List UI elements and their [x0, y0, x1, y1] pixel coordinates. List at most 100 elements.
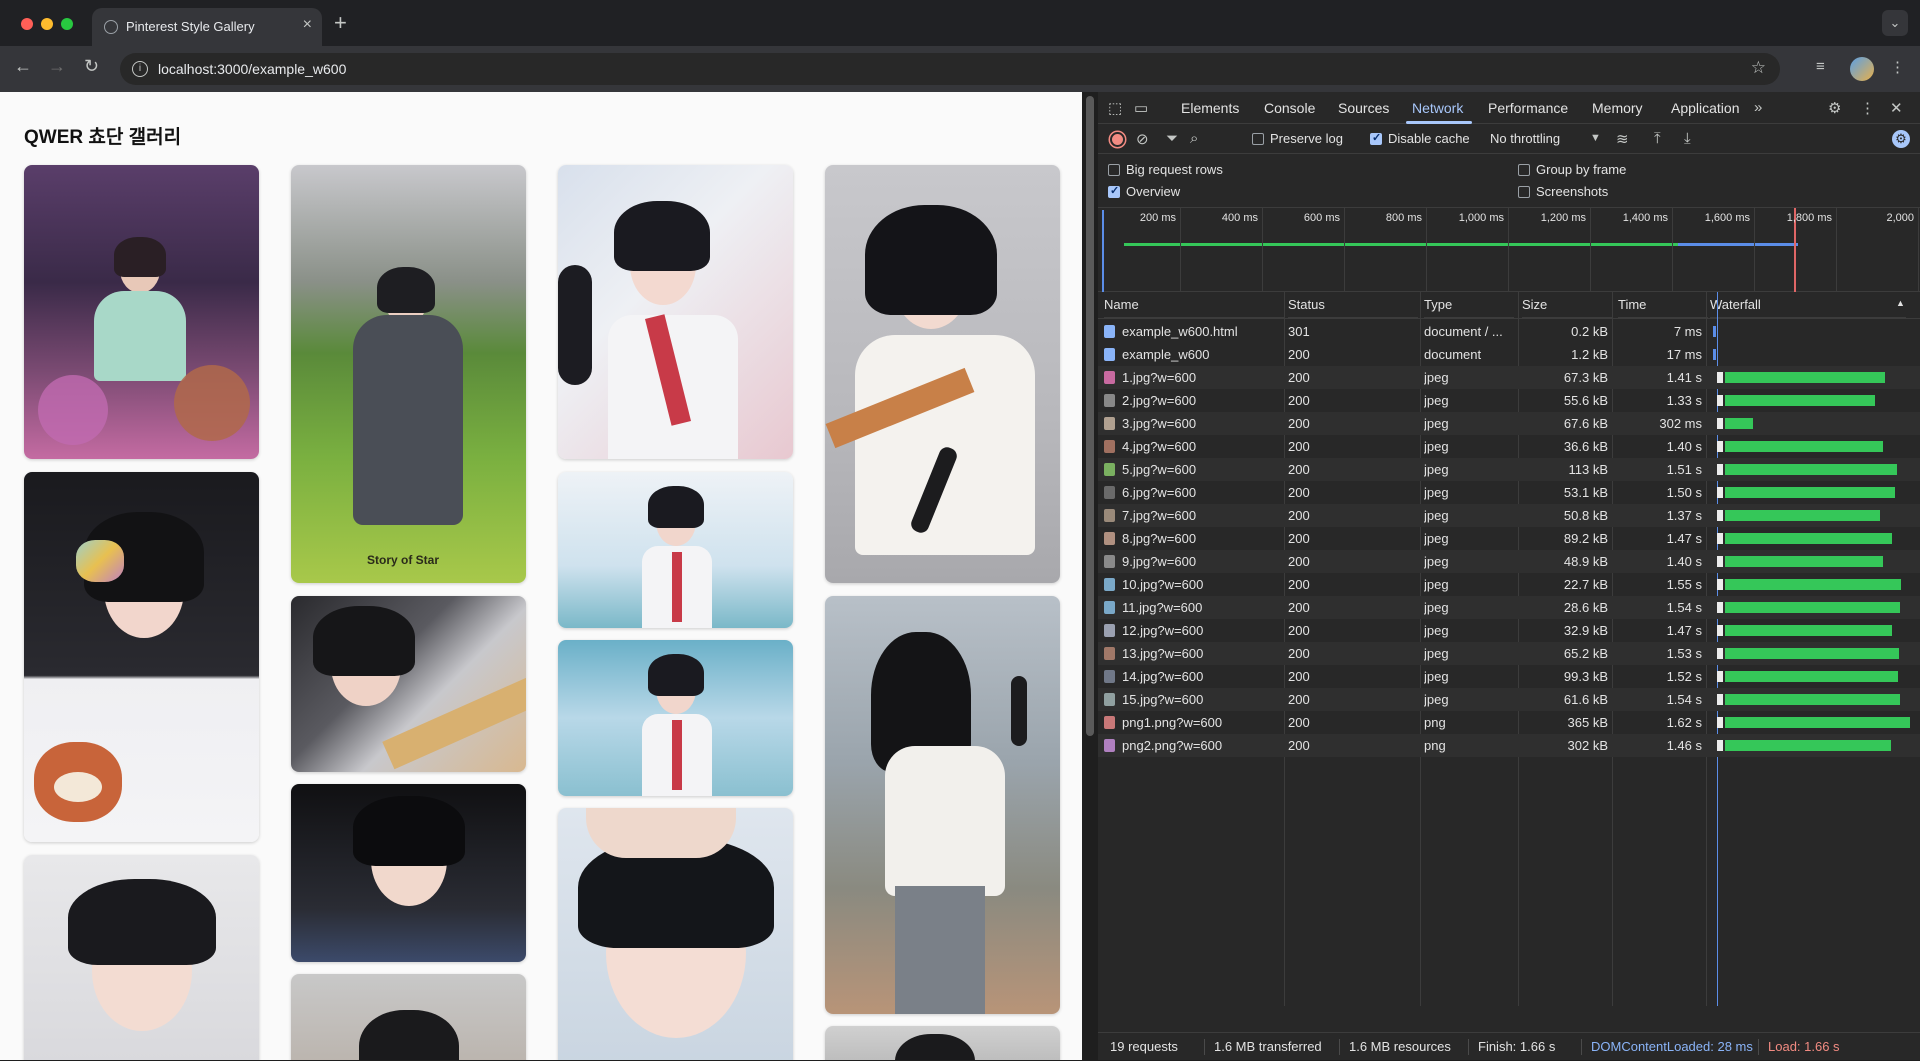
big-request-rows-checkbox[interactable]: [1108, 164, 1120, 176]
request-type: jpeg: [1424, 692, 1449, 707]
request-row[interactable]: 8.jpg?w=600 200 jpeg 89.2 kB 1.47 s: [1098, 527, 1920, 550]
url-text[interactable]: localhost:3000/example_w600: [158, 61, 346, 77]
gallery-image[interactable]: [24, 472, 259, 842]
request-status: 200: [1288, 416, 1310, 431]
request-row[interactable]: png2.png?w=600 200 png 302 kB 1.46 s: [1098, 734, 1920, 757]
overview-checkbox[interactable]: [1108, 184, 1120, 198]
tab-search-icon[interactable]: ⌄: [1882, 10, 1908, 36]
record-stop-button[interactable]: [1110, 132, 1125, 147]
gallery-image[interactable]: [24, 855, 259, 1060]
close-window-button[interactable]: [21, 18, 33, 30]
profile-avatar[interactable]: [1850, 57, 1874, 81]
tab-elements[interactable]: Elements: [1181, 100, 1239, 116]
gallery-image[interactable]: [24, 165, 259, 459]
request-row[interactable]: 7.jpg?w=600 200 jpeg 50.8 kB 1.37 s: [1098, 504, 1920, 527]
big-request-rows-label: Big request rows: [1126, 162, 1223, 177]
back-icon[interactable]: ←: [14, 56, 32, 77]
throttling-select[interactable]: No throttling: [1490, 131, 1560, 146]
column-header-waterfall[interactable]: Waterfall: [1710, 292, 1906, 318]
tab-application[interactable]: Application: [1671, 100, 1740, 116]
request-row[interactable]: 4.jpg?w=600 200 jpeg 36.6 kB 1.40 s: [1098, 435, 1920, 458]
site-info-icon[interactable]: i: [132, 61, 148, 77]
request-name: 8.jpg?w=600: [1122, 531, 1197, 546]
devtools-menu-icon[interactable]: ⋮: [1860, 99, 1875, 117]
gallery-image[interactable]: [558, 472, 793, 628]
column-header-size[interactable]: Size: [1522, 292, 1612, 318]
disable-cache-checkbox[interactable]: [1370, 131, 1382, 145]
import-har-icon[interactable]: ⤒: [1654, 130, 1661, 147]
tab-console[interactable]: Console: [1264, 100, 1315, 116]
gallery-image[interactable]: [291, 784, 526, 962]
column-header-name[interactable]: Name: [1104, 292, 1284, 318]
filter-icon[interactable]: ⏷: [1166, 130, 1178, 147]
request-row[interactable]: example_w600 200 document 1.2 kB 17 ms: [1098, 343, 1920, 366]
request-row[interactable]: 5.jpg?w=600 200 jpeg 113 kB 1.51 s: [1098, 458, 1920, 481]
device-toolbar-icon[interactable]: ▭: [1134, 99, 1148, 117]
page-scrollbar-thumb[interactable]: [1086, 96, 1094, 736]
browser-tab[interactable]: Pinterest Style Gallery ×: [92, 8, 322, 46]
request-row[interactable]: 11.jpg?w=600 200 jpeg 28.6 kB 1.54 s: [1098, 596, 1920, 619]
screenshots-checkbox[interactable]: [1518, 186, 1530, 198]
browser-menu-icon[interactable]: ⋮: [1890, 58, 1905, 76]
column-header-time[interactable]: Time: [1618, 292, 1708, 318]
settings-gear-icon[interactable]: ⚙: [1828, 99, 1841, 117]
preserve-log-checkbox[interactable]: [1252, 133, 1264, 145]
clear-icon[interactable]: ⊘: [1136, 130, 1149, 148]
request-row[interactable]: 3.jpg?w=600 200 jpeg 67.6 kB 302 ms: [1098, 412, 1920, 435]
request-row[interactable]: 10.jpg?w=600 200 jpeg 22.7 kB 1.55 s: [1098, 573, 1920, 596]
search-icon[interactable]: ⌕: [1190, 130, 1198, 147]
request-name: png1.png?w=600: [1122, 715, 1223, 730]
export-har-icon[interactable]: ⤓: [1684, 130, 1691, 147]
request-row[interactable]: 1.jpg?w=600 200 jpeg 67.3 kB 1.41 s: [1098, 366, 1920, 389]
media-controls-icon[interactable]: ≡: [1816, 58, 1825, 75]
request-row[interactable]: 6.jpg?w=600 200 jpeg 53.1 kB 1.50 s: [1098, 481, 1920, 504]
column-header-status[interactable]: Status: [1288, 292, 1418, 318]
reload-icon[interactable]: ↻: [84, 56, 99, 77]
request-row[interactable]: 15.jpg?w=600 200 jpeg 61.6 kB 1.54 s: [1098, 688, 1920, 711]
inspect-element-icon[interactable]: ⬚: [1108, 99, 1122, 117]
network-settings-gear-icon[interactable]: ⚙: [1892, 130, 1910, 148]
tab-memory[interactable]: Memory: [1592, 100, 1643, 116]
tab-sources[interactable]: Sources: [1338, 100, 1389, 116]
request-row[interactable]: 9.jpg?w=600 200 jpeg 48.9 kB 1.40 s: [1098, 550, 1920, 573]
request-row[interactable]: 13.jpg?w=600 200 jpeg 65.2 kB 1.53 s: [1098, 642, 1920, 665]
request-size: 48.9 kB: [1563, 554, 1608, 569]
waterfall-queue-segment: [1716, 740, 1723, 751]
forward-icon[interactable]: →: [48, 56, 66, 77]
gallery-image[interactable]: [291, 596, 526, 772]
gallery-image[interactable]: [558, 165, 793, 459]
gallery-image[interactable]: [825, 596, 1060, 1014]
request-row[interactable]: example_w600.html 301 document / ... 0.2 kB…: [1098, 320, 1920, 343]
maximize-window-button[interactable]: [61, 18, 73, 30]
close-devtools-icon[interactable]: ✕: [1890, 99, 1903, 117]
status-divider: [1581, 1039, 1582, 1055]
minimize-window-button[interactable]: [41, 18, 53, 30]
network-conditions-icon[interactable]: ≋: [1616, 130, 1629, 148]
waterfall-download-bar: [1724, 602, 1901, 613]
address-bar[interactable]: i localhost:3000/example_w600 ☆: [120, 53, 1780, 85]
gallery-image[interactable]: [291, 974, 526, 1060]
tab-performance[interactable]: Performance: [1488, 100, 1568, 116]
gallery-image[interactable]: [558, 808, 793, 1060]
page-scrollbar[interactable]: [1082, 92, 1098, 1060]
gallery-image[interactable]: [825, 165, 1060, 583]
request-row[interactable]: 14.jpg?w=600 200 jpeg 99.3 kB 1.52 s: [1098, 665, 1920, 688]
network-overview-timeline[interactable]: 200 ms 400 ms 600 ms 800 ms 1,000 ms 1,200 ms…: [1098, 208, 1920, 292]
group-by-frame-checkbox[interactable]: [1518, 164, 1530, 176]
request-name: 11.jpg?w=600: [1122, 600, 1203, 615]
request-row[interactable]: 12.jpg?w=600 200 jpeg 32.9 kB 1.47 s: [1098, 619, 1920, 642]
close-tab-icon[interactable]: ×: [303, 16, 312, 34]
request-type: jpeg: [1424, 439, 1449, 454]
more-tabs-icon[interactable]: »: [1754, 99, 1762, 116]
column-header-type[interactable]: Type: [1424, 292, 1514, 318]
gallery-image[interactable]: [825, 1026, 1060, 1060]
request-row[interactable]: 2.jpg?w=600 200 jpeg 55.6 kB 1.33 s: [1098, 389, 1920, 412]
request-row[interactable]: png1.png?w=600 200 png 365 kB 1.62 s: [1098, 711, 1920, 734]
gallery-image[interactable]: [558, 640, 793, 796]
request-time: 1.62 s: [1666, 715, 1702, 730]
bookmark-star-icon[interactable]: ☆: [1751, 58, 1766, 78]
tab-network[interactable]: Network: [1412, 100, 1463, 116]
new-tab-icon[interactable]: +: [334, 10, 347, 36]
chevron-down-icon[interactable]: ▼: [1590, 132, 1601, 144]
gallery-image[interactable]: Story of Star: [291, 165, 526, 583]
